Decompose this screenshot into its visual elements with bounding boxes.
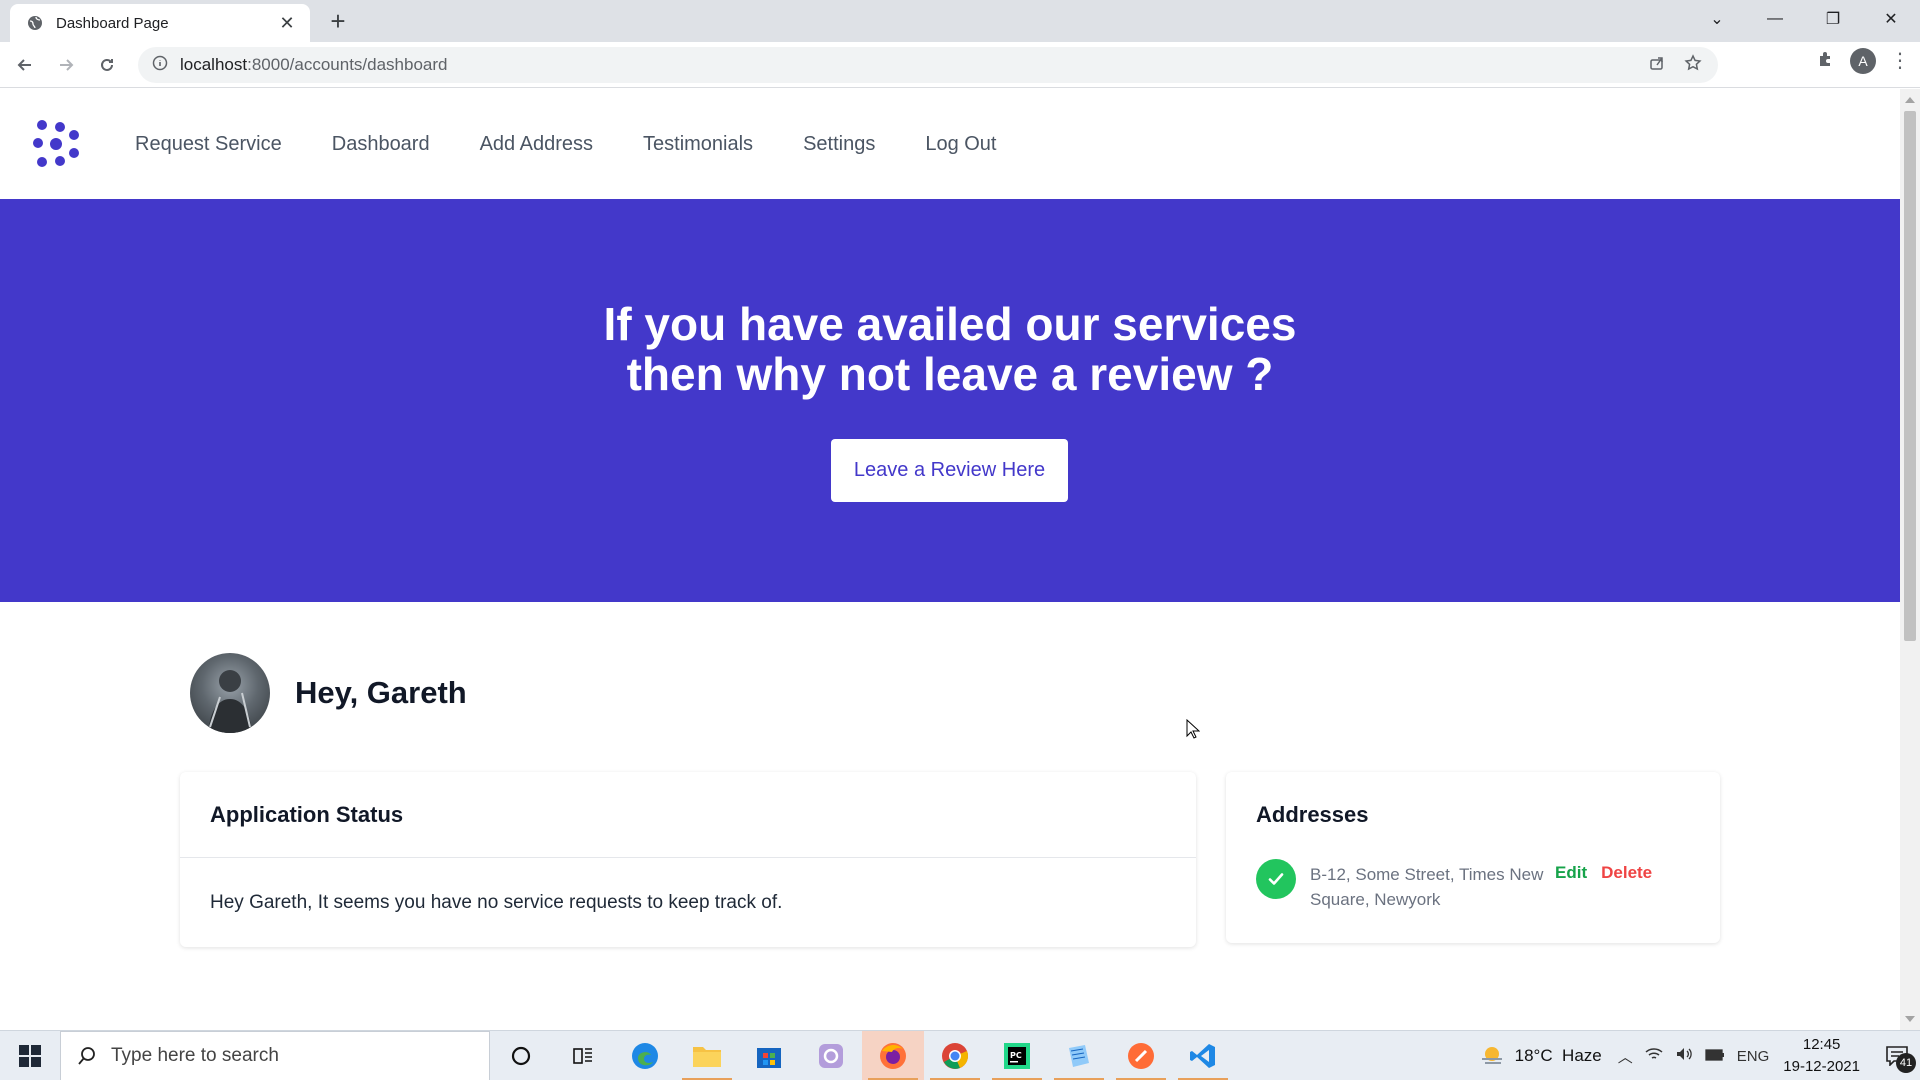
url-text: localhost:8000/accounts/dashboard (180, 55, 447, 75)
cortana-icon[interactable] (490, 1031, 552, 1080)
windows-start-button[interactable] (0, 1031, 60, 1080)
profile-avatar[interactable]: A (1850, 48, 1876, 74)
logo-icon[interactable] (30, 119, 84, 169)
search-placeholder: Type here to search (111, 1045, 279, 1066)
site-navbar: Request Service Dashboard Add Address Te… (0, 89, 1900, 199)
hero-title-line-1: If you have availed our services (603, 298, 1297, 350)
nav-links: Request Service Dashboard Add Address Te… (135, 89, 1047, 199)
task-view-icon[interactable] (552, 1031, 614, 1080)
address-bar[interactable]: localhost:8000/accounts/dashboard (138, 47, 1718, 83)
application-status-message: Hey Gareth, It seems you have no service… (210, 892, 783, 913)
more-menu-icon[interactable]: ⋮ (1890, 51, 1910, 71)
forward-button[interactable] (50, 49, 82, 81)
notification-count-badge: 41 (1896, 1053, 1916, 1073)
nav-settings[interactable]: Settings (803, 133, 875, 156)
hero-title: If you have availed our services then wh… (0, 299, 1900, 399)
tab-search-icon[interactable]: ⌄ (1688, 0, 1746, 38)
weather-haze-icon (1481, 1047, 1502, 1064)
browser-tab[interactable]: Dashboard Page ✕ (10, 4, 310, 42)
url-path: :8000/accounts/dashboard (247, 55, 448, 74)
address-item: B-12, Some Street, Times New Square, New… (1256, 859, 1696, 912)
nav-request-service[interactable]: Request Service (135, 133, 282, 156)
application-status-title: Application Status (180, 772, 1196, 858)
restore-button[interactable]: ❐ (1804, 0, 1862, 38)
bookmark-star-icon[interactable] (1684, 53, 1702, 77)
clock-time: 12:45 (1802, 1036, 1841, 1053)
weather-text: 18°C Haze (1514, 1046, 1602, 1065)
search-icon (78, 1047, 95, 1065)
volume-icon[interactable] (1675, 1046, 1693, 1066)
vscode-icon[interactable] (1172, 1031, 1234, 1080)
notification-center-icon[interactable]: 41 (1874, 1031, 1920, 1080)
weather-widget[interactable]: 18°C Haze (1479, 1045, 1602, 1067)
address-text: B-12, Some Street, Times New Square, New… (1310, 865, 1544, 909)
battery-icon[interactable] (1705, 1048, 1725, 1065)
delete-address-link[interactable]: Delete (1601, 863, 1652, 883)
nav-dashboard[interactable]: Dashboard (332, 133, 430, 156)
clock-date: 19-12-2021 (1783, 1058, 1860, 1075)
review-hero: If you have availed our services then wh… (0, 199, 1900, 602)
windows-taskbar: Type here to search PC 18°C Haze ︿ ENG 1… (0, 1030, 1920, 1080)
window-controls: ⌄ — ❐ ✕ (1688, 0, 1920, 42)
close-tab-icon[interactable]: ✕ (276, 13, 298, 34)
edit-address-link[interactable]: Edit (1555, 863, 1587, 883)
browser-toolbar: localhost:8000/accounts/dashboard A ⋮ (0, 42, 1920, 88)
scrollbar-thumb[interactable] (1904, 111, 1916, 641)
photo-app-icon[interactable] (800, 1031, 862, 1080)
scroll-up-arrow-icon[interactable] (1905, 97, 1915, 103)
tray-icons: ︿ ENG (1618, 1046, 1770, 1067)
system-tray: 18°C Haze ︿ ENG 12:45 19-12-2021 41 (1479, 1031, 1920, 1080)
taskbar-search[interactable]: Type here to search (60, 1031, 490, 1080)
pycharm-icon[interactable]: PC (986, 1031, 1048, 1080)
wifi-icon[interactable] (1645, 1046, 1663, 1066)
close-window-button[interactable]: ✕ (1862, 0, 1920, 38)
chrome-icon[interactable] (924, 1031, 986, 1080)
extensions-icon[interactable] (1816, 49, 1836, 74)
user-greeting: Hey, Gareth (190, 653, 467, 733)
file-explorer-icon[interactable] (676, 1031, 738, 1080)
greeting-text: Hey, Gareth (295, 675, 467, 710)
chevron-up-icon[interactable]: ︿ (1618, 1046, 1633, 1067)
info-icon[interactable] (152, 55, 168, 76)
language-indicator[interactable]: ENG (1737, 1048, 1770, 1065)
nav-add-address[interactable]: Add Address (480, 133, 593, 156)
minimize-button[interactable]: — (1746, 0, 1804, 38)
addresses-title: Addresses (1256, 802, 1369, 827)
scroll-down-arrow-icon[interactable] (1905, 1016, 1915, 1022)
edge-icon[interactable] (614, 1031, 676, 1080)
addresses-card: Addresses B-12, Some Street, Times New S… (1226, 772, 1720, 943)
share-icon[interactable] (1648, 54, 1666, 77)
postman-icon[interactable] (1110, 1031, 1172, 1080)
check-icon (1256, 859, 1296, 899)
leave-review-button[interactable]: Leave a Review Here (831, 439, 1068, 502)
microsoft-store-icon[interactable] (738, 1031, 800, 1080)
taskbar-apps: PC (490, 1031, 1234, 1080)
url-host: localhost (180, 55, 248, 74)
tab-title: Dashboard Page (56, 14, 169, 32)
application-status-card: Application Status Hey Gareth, It seems … (180, 772, 1196, 947)
taskbar-clock[interactable]: 12:45 19-12-2021 (1783, 1034, 1860, 1078)
browser-tabstrip: Dashboard Page ✕ + ⌄ — ❐ ✕ (0, 0, 1920, 42)
back-button[interactable] (9, 49, 41, 81)
avatar (190, 653, 270, 733)
notepad-icon[interactable] (1048, 1031, 1110, 1080)
globe-icon (26, 14, 44, 32)
page-viewport: Request Service Dashboard Add Address Te… (0, 89, 1900, 1030)
mouse-cursor-icon (1186, 719, 1200, 739)
nav-testimonials[interactable]: Testimonials (643, 133, 753, 156)
nav-log-out[interactable]: Log Out (925, 133, 996, 156)
svg-text:PC: PC (1010, 1051, 1022, 1060)
page-scrollbar[interactable] (1900, 89, 1920, 1030)
firefox-icon[interactable] (862, 1031, 924, 1080)
reload-button[interactable] (91, 49, 123, 81)
hero-title-line-2: then why not leave a review ? (626, 348, 1274, 400)
new-tab-button[interactable]: + (322, 6, 354, 38)
